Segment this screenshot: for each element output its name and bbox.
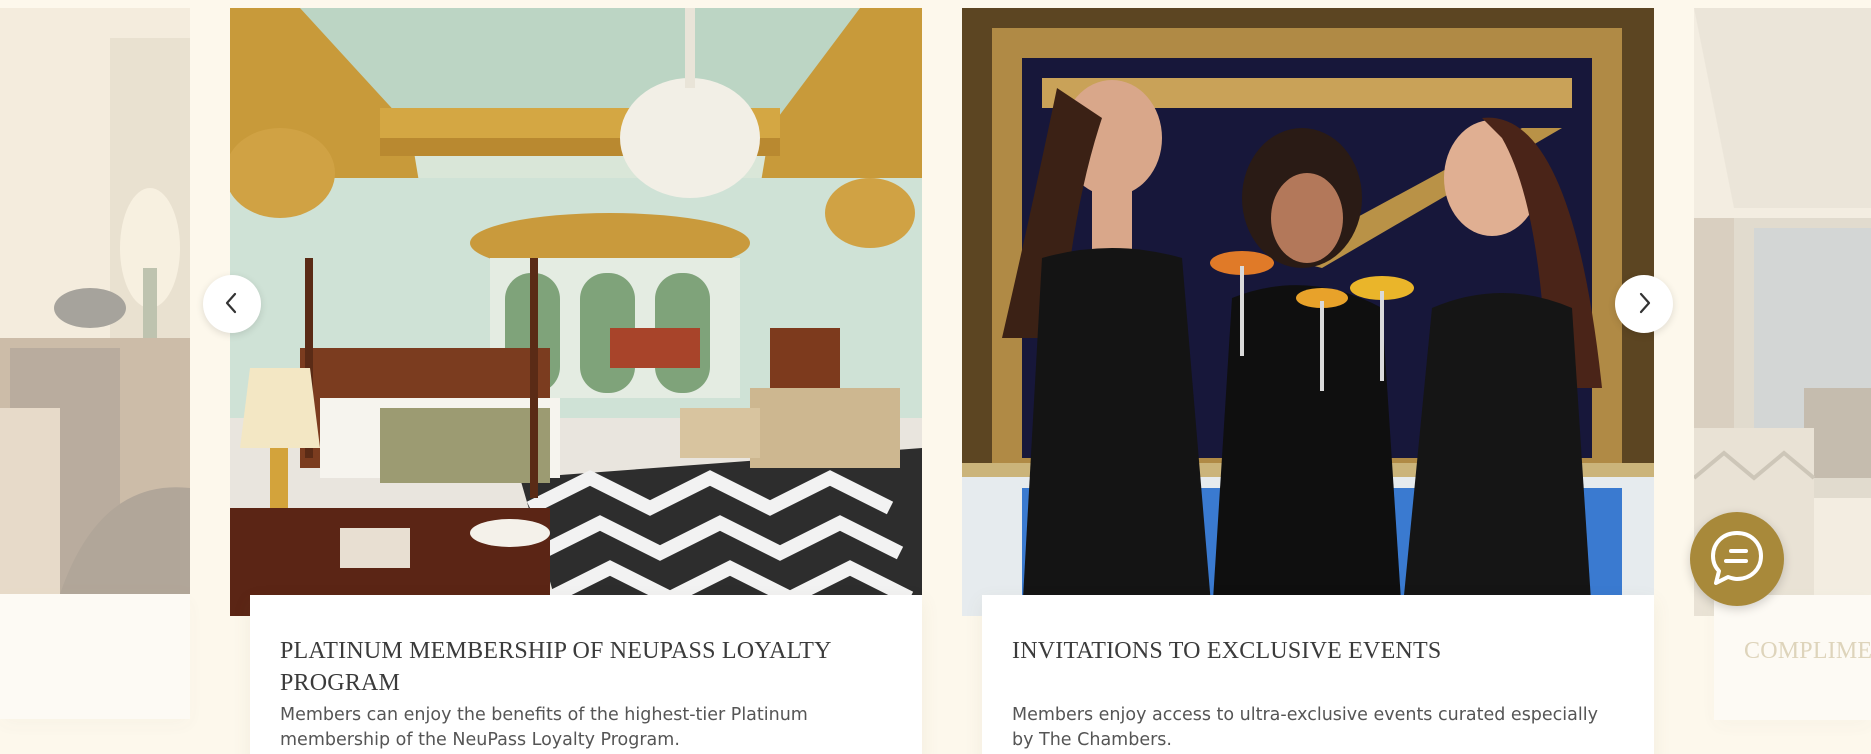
card-title: INVITATIONS TO EXCLUSIVE EVENTS (1012, 638, 1442, 664)
card-body: COMPLIMEN (1714, 595, 1871, 720)
cocktail-party-photo (962, 8, 1654, 616)
carousel-prev-button[interactable] (203, 275, 261, 333)
card-title: PLATINUM MEMBERSHIP OF NEUPASS LOYALTY P… (280, 638, 831, 696)
card-body (0, 594, 190, 719)
chevron-right-icon (1634, 292, 1654, 317)
chat-bubble-icon (1706, 527, 1768, 592)
card-description: Members can enjoy the benefits of the hi… (280, 705, 808, 750)
benefits-carousel: PLATINUM MEMBERSHIP OF NEUPASS LOYALTY P… (0, 0, 1871, 754)
card-body: INVITATIONS TO EXCLUSIVE EVENTS Members … (982, 595, 1654, 754)
palace-suite-photo (230, 8, 922, 616)
card-body: PLATINUM MEMBERSHIP OF NEUPASS LOYALTY P… (250, 595, 922, 754)
carousel-next-button[interactable] (1615, 275, 1673, 333)
card-title: COMPLIMEN (1744, 638, 1871, 664)
chat-button[interactable] (1690, 512, 1784, 606)
chevron-left-icon (222, 292, 242, 317)
card-description: Members enjoy access to ultra-exclusive … (1012, 705, 1598, 750)
hotel-lounge-photo (0, 8, 190, 594)
